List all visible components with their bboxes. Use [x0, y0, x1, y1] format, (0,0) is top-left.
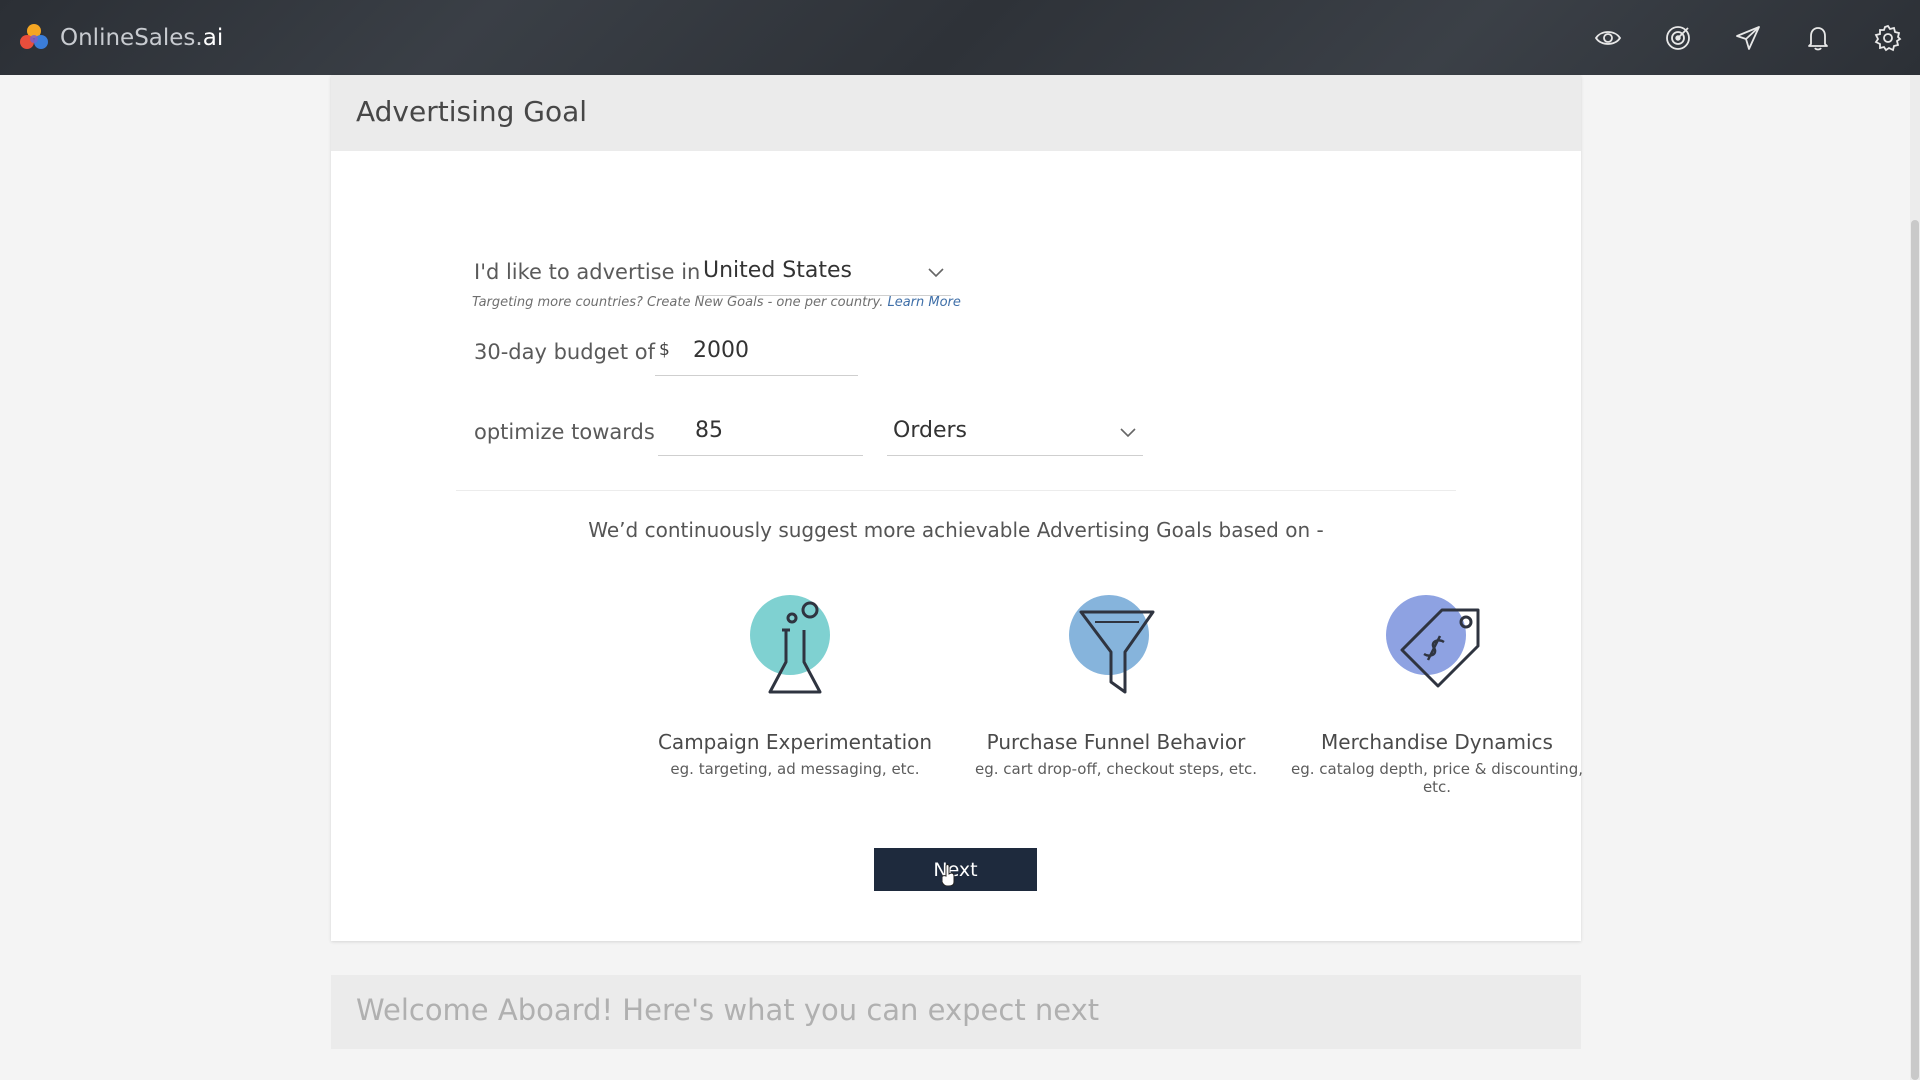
feature-title: Campaign Experimentation: [657, 730, 933, 754]
suggest-text: We’d continuously suggest more achievabl…: [588, 518, 1324, 542]
card-title: Advertising Goal: [356, 95, 588, 128]
feature-desc: eg. catalog depth, price & discounting, …: [1291, 760, 1583, 796]
feature-merchandise-dynamics: Merchandise Dynamics eg. catalog depth, …: [1277, 590, 1597, 796]
optimize-metric-select[interactable]: Orders: [887, 416, 1143, 456]
country-select-value: United States: [703, 258, 852, 283]
gear-icon[interactable]: [1868, 18, 1908, 58]
advertising-goal-card: Advertising Goal I'd like to advertise i…: [331, 75, 1583, 941]
card-header: Advertising Goal: [331, 75, 1581, 151]
scrollbar-thumb[interactable]: [1911, 220, 1919, 1080]
budget-label: 30-day budget of: [474, 340, 655, 364]
feature-title: Merchandise Dynamics: [1321, 730, 1553, 754]
top-bar: OnlineSales.ai: [0, 0, 1920, 75]
eye-icon[interactable]: [1588, 18, 1628, 58]
chevron-down-icon: [928, 268, 944, 278]
welcome-card[interactable]: Welcome Aboard! Here's what you can expe…: [331, 975, 1581, 1049]
optimize-value: 85: [695, 418, 723, 443]
logo-mark-icon: [18, 22, 50, 54]
currency-symbol: $: [659, 340, 670, 360]
budget-input-value: 2000: [693, 338, 749, 363]
country-hint-text: Targeting more countries? Create New Goa…: [472, 295, 884, 310]
page-scrollbar[interactable]: [1910, 75, 1920, 1080]
chevron-down-icon: [1120, 428, 1136, 438]
optimize-metric-value: Orders: [893, 418, 967, 443]
optimize-value-input[interactable]: 85: [658, 416, 863, 456]
optimize-label: optimize towards: [474, 420, 655, 444]
target-icon[interactable]: [1658, 18, 1698, 58]
country-label: I'd like to advertise in: [474, 260, 701, 284]
price-tag-icon: [1386, 595, 1480, 688]
section-divider: [456, 490, 1456, 491]
feature-desc: eg. targeting, ad messaging, etc.: [670, 760, 920, 778]
budget-input[interactable]: $ 2000: [655, 336, 858, 376]
feature-purchase-funnel: Purchase Funnel Behavior eg. cart drop-o…: [956, 590, 1276, 778]
send-icon[interactable]: [1728, 18, 1768, 58]
brand-name: OnlineSales.ai: [60, 25, 224, 51]
flask-icon: [750, 595, 830, 694]
bell-icon[interactable]: [1798, 18, 1838, 58]
feature-desc: eg. cart drop-off, checkout steps, etc.: [975, 760, 1257, 778]
country-select[interactable]: United States: [697, 256, 951, 296]
brand-logo[interactable]: OnlineSales.ai: [18, 22, 223, 54]
feature-campaign-experimentation: Campaign Experimentation eg. targeting, …: [635, 590, 955, 778]
learn-more-link[interactable]: Learn More: [887, 295, 960, 310]
mouse-cursor-icon: [942, 864, 955, 886]
feature-title: Purchase Funnel Behavior: [986, 730, 1246, 754]
funnel-icon: [1069, 595, 1155, 694]
welcome-card-title: Welcome Aboard! Here's what you can expe…: [356, 993, 1100, 1027]
country-hint: Targeting more countries? Create New Goa…: [472, 295, 961, 310]
